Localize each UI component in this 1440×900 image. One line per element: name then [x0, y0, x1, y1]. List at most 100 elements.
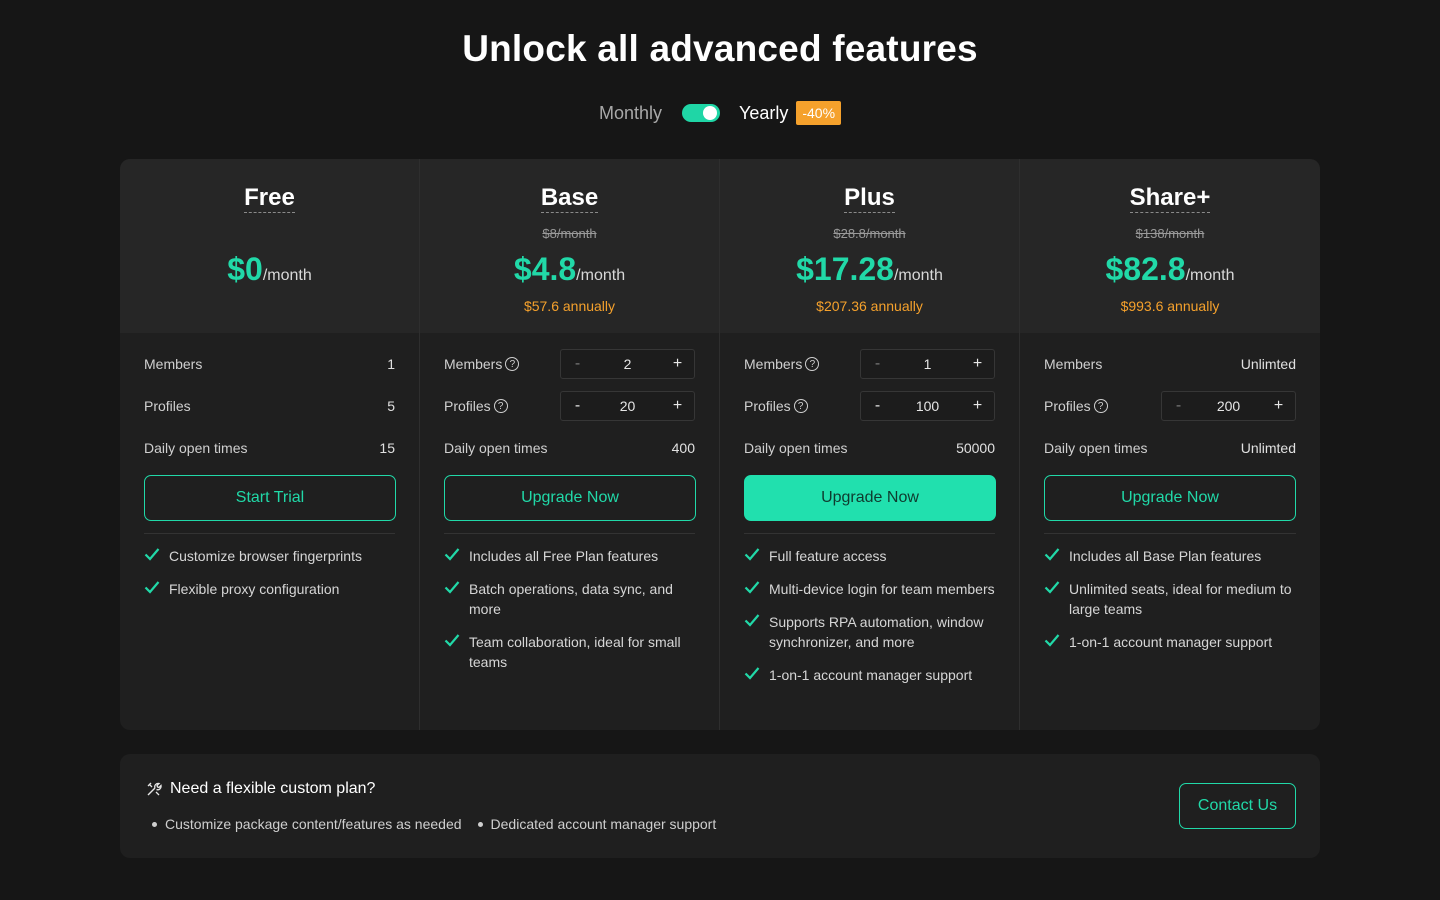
feature-text: Multi-device login for team members [769, 581, 995, 597]
help-icon[interactable]: ? [505, 357, 520, 371]
check-icon [444, 581, 460, 594]
plan-body: Members? - 2 + Profiles? - 20 + Daily op… [420, 343, 719, 672]
contact-us-button[interactable]: Contact Us [1179, 783, 1296, 829]
daily-open-value: 400 [671, 440, 695, 456]
decrement-button[interactable]: - [561, 350, 594, 378]
divider [1044, 533, 1296, 534]
check-icon [144, 581, 160, 594]
profiles-label: Profiles [444, 398, 491, 414]
pricing-page: Unlock all advanced features Monthly Yea… [0, 0, 1440, 900]
stepper-value[interactable]: 100 [894, 398, 961, 414]
price-period: /month [893, 267, 943, 284]
check-icon [1044, 634, 1060, 647]
increment-button[interactable]: + [661, 392, 694, 420]
profiles-stepper: - 200 + [1161, 391, 1296, 421]
feature-item: Team collaboration, ideal for small team… [444, 632, 695, 672]
feature-item: Includes all Base Plan features [1044, 546, 1296, 566]
feature-list: Customize browser fingerprints Flexible … [144, 546, 395, 599]
annual-price: $993.6 annually [1120, 298, 1220, 314]
feature-text: Flexible proxy configuration [169, 581, 340, 597]
feature-item: Full feature access [744, 546, 995, 566]
upgrade-now-button[interactable]: Upgrade Now [1044, 475, 1296, 521]
members-row: Members 1 [144, 343, 395, 385]
check-icon [1044, 581, 1060, 594]
members-stepper: - 1 + [860, 349, 995, 379]
custom-point: Dedicated account manager support [477, 816, 716, 832]
annual-price: $57.6 annually [523, 298, 616, 314]
decrement-button[interactable]: - [861, 350, 894, 378]
feature-text: Full feature access [769, 548, 887, 564]
plan-name: Share+ [1129, 184, 1211, 213]
daily-open-row: Daily open times 15 [144, 427, 395, 469]
divider [744, 533, 995, 534]
stepper-value[interactable]: 20 [594, 398, 661, 414]
feature-text: 1-on-1 account manager support [1069, 634, 1273, 650]
members-value: Unlimted [1240, 356, 1296, 372]
feature-item: Supports RPA automation, window synchron… [744, 612, 995, 652]
daily-open-value: 15 [379, 440, 395, 456]
plan-name: Plus [844, 184, 895, 213]
members-row: Members Unlimted [1044, 343, 1296, 385]
custom-plan-banner: Need a flexible custom plan? Customize p… [120, 754, 1320, 858]
custom-point-text: Customize package content/features as ne… [165, 816, 462, 832]
divider [144, 533, 395, 534]
decrement-button[interactable]: - [1162, 392, 1195, 420]
plan-header: Plus $28.8/month $17.28/month $207.36 an… [720, 159, 1019, 333]
increment-button[interactable]: + [961, 392, 994, 420]
help-icon[interactable]: ? [793, 399, 808, 413]
profiles-label: Profiles [144, 398, 191, 414]
plan-base: Base $8/month $4.8/month $57.6 annually … [420, 159, 720, 730]
daily-open-value: 50000 [956, 440, 995, 456]
daily-open-label: Daily open times [144, 440, 248, 456]
daily-open-label: Daily open times [744, 440, 848, 456]
check-icon [444, 548, 460, 561]
profiles-row: Profiles? - 200 + [1044, 385, 1296, 427]
members-value: 1 [387, 356, 395, 372]
plan-body: Members? - 1 + Profiles? - 100 + Daily o… [720, 343, 1019, 685]
profiles-row: Profiles? - 100 + [744, 385, 995, 427]
check-icon [744, 548, 760, 561]
daily-open-value: Unlimted [1240, 440, 1296, 456]
daily-open-label: Daily open times [1044, 440, 1148, 456]
decrement-button[interactable]: - [861, 392, 894, 420]
members-label: Members [1044, 356, 1103, 372]
stepper-value[interactable]: 200 [1195, 398, 1262, 414]
yearly-label[interactable]: Yearly [739, 103, 788, 124]
start-trial-button[interactable]: Start Trial [144, 475, 396, 521]
divider [444, 533, 695, 534]
increment-button[interactable]: + [661, 350, 694, 378]
custom-plan-points: Customize package content/features as ne… [152, 816, 716, 832]
help-icon[interactable]: ? [493, 399, 508, 413]
increment-button[interactable]: + [961, 350, 994, 378]
plan-name: Free [244, 184, 295, 213]
original-price: $8/month [542, 226, 597, 241]
upgrade-now-button[interactable]: Upgrade Now [744, 475, 996, 521]
tools-icon [147, 782, 162, 796]
feature-text: Includes all Free Plan features [469, 548, 659, 564]
monthly-label[interactable]: Monthly [599, 103, 662, 124]
feature-item: Unlimited seats, ideal for medium to lar… [1044, 579, 1296, 619]
stepper-value[interactable]: 1 [894, 356, 961, 372]
help-icon[interactable]: ? [805, 357, 820, 371]
billing-toggle-group: Monthly Yearly -40% [0, 101, 1440, 125]
plan-body: Members Unlimted Profiles? - 200 + Daily… [1020, 343, 1320, 652]
billing-toggle[interactable] [681, 104, 720, 122]
bullet-icon [152, 821, 157, 827]
plan-header: Free $0/month [120, 159, 419, 333]
upgrade-now-button[interactable]: Upgrade Now [444, 475, 696, 521]
members-label: Members [744, 356, 803, 372]
feature-text: Customize browser fingerprints [169, 548, 362, 564]
feature-item: Flexible proxy configuration [144, 579, 395, 599]
page-title: Unlock all advanced features [462, 28, 978, 69]
profiles-stepper: - 20 + [560, 391, 695, 421]
decrement-button[interactable]: - [561, 392, 594, 420]
stepper-value[interactable]: 2 [594, 356, 661, 372]
members-row: Members? - 1 + [744, 343, 995, 385]
feature-text: Team collaboration, ideal for small team… [469, 634, 681, 670]
plan-price: $82.8/month [1020, 251, 1320, 288]
feature-item: Includes all Free Plan features [444, 546, 695, 566]
daily-open-label: Daily open times [444, 440, 548, 456]
increment-button[interactable]: + [1262, 392, 1295, 420]
members-label: Members [444, 356, 503, 372]
help-icon[interactable]: ? [1093, 399, 1108, 413]
